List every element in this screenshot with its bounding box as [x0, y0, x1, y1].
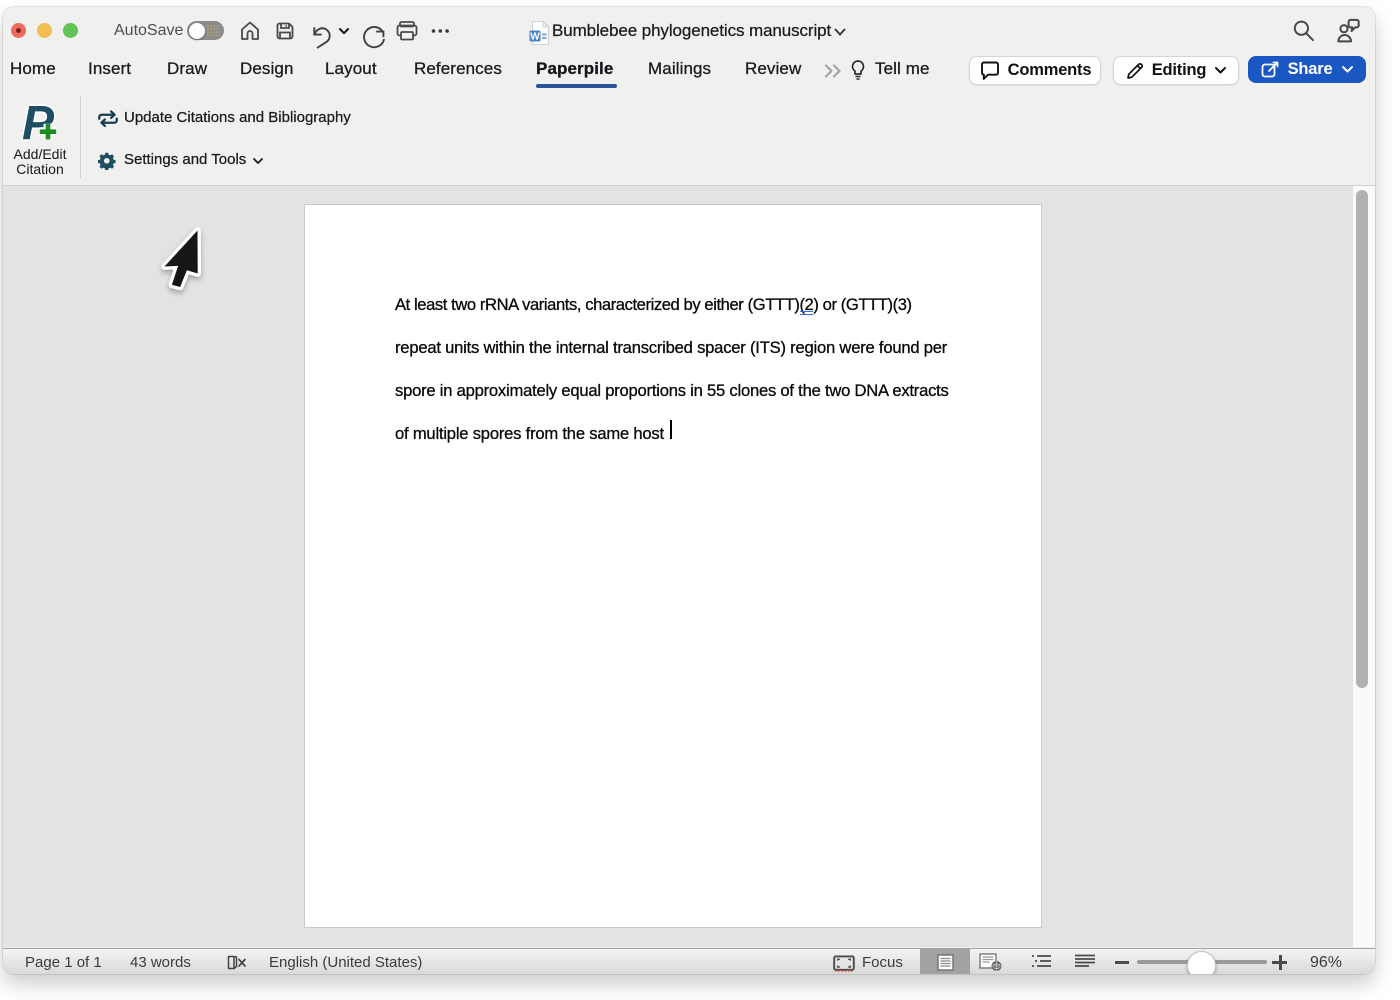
svg-text:P: P	[22, 97, 55, 150]
svg-text:W: W	[530, 32, 540, 43]
